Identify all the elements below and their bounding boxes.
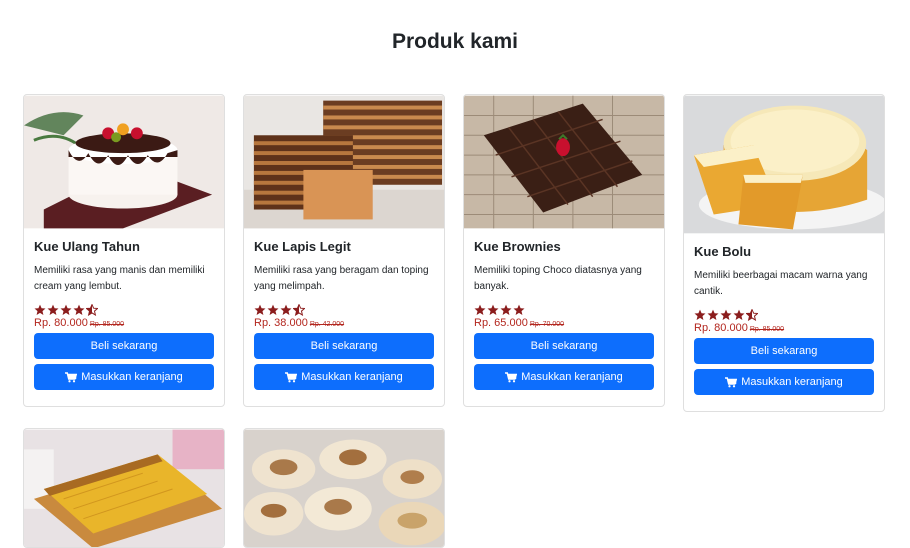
star-icon [733,309,745,320]
star-icon [73,304,85,315]
buy-now-label: Beli sekarang [310,340,378,352]
cart-icon [505,371,518,382]
product-card [23,428,225,548]
product-price: Rp. 80.000 [694,322,748,334]
buy-now-button[interactable]: Beli sekarang [694,338,874,364]
product-old-price: Rp. 70.000 [529,321,565,328]
bika-ambon-image [24,429,224,547]
star-icon [280,304,292,315]
add-to-cart-label: Masukkan keranjang [741,376,843,388]
brownies-image [464,95,664,229]
buy-now-label: Beli sekarang [530,340,598,352]
product-name: Kue Lapis Legit [254,239,351,254]
product-rating [34,304,214,316]
product-price: Rp. 65.000 [474,317,528,329]
product-old-price: Rp. 85.000 [89,321,125,328]
cart-icon [65,371,78,382]
bakpia-image [244,429,444,547]
product-card: Kue Brownies Memiliki toping Choco diata… [463,94,665,407]
product-card: Kue Lapis Legit Memiliki rasa yang berag… [243,94,445,407]
star-half-icon [86,304,98,316]
product-price: Rp. 38.000 [254,317,308,329]
star-half-icon [293,304,305,316]
buy-now-button[interactable]: Beli sekarang [34,333,214,359]
star-icon [720,309,732,320]
star-icon [47,304,59,315]
product-card: Kue Bolu Memiliki beerbagai macam warna … [683,94,885,412]
star-icon [34,304,46,315]
product-description: Memiliki toping Choco diatasnya yang ban… [474,265,642,292]
star-icon [474,304,486,315]
product-name: Kue Bolu [694,244,752,259]
sponge-cake-image [684,95,884,234]
cart-icon [285,371,298,382]
add-to-cart-button[interactable]: Masukkan keranjang [34,364,214,390]
buy-now-label: Beli sekarang [90,340,158,352]
layer-cake-image [244,95,444,229]
product-card: Kue Ulang Tahun Memiliki rasa yang manis… [23,94,225,407]
product-price: Rp. 80.000 [34,317,88,329]
product-card [243,428,445,548]
product-rating [474,304,654,316]
product-rating [254,304,434,316]
buy-now-button[interactable]: Beli sekarang [474,333,654,359]
add-to-cart-label: Masukkan keranjang [81,371,183,383]
product-name: Kue Ulang Tahun [34,239,140,254]
cake-image [24,95,224,229]
product-rating [694,309,874,321]
star-icon [254,304,266,315]
star-icon [487,304,499,315]
product-name: Kue Brownies [474,239,561,254]
product-description: Memiliki rasa yang beragam dan toping ya… [254,265,429,292]
add-to-cart-button[interactable]: Masukkan keranjang [474,364,654,390]
buy-now-button[interactable]: Beli sekarang [254,333,434,359]
add-to-cart-label: Masukkan keranjang [301,371,403,383]
star-icon [267,304,279,315]
buy-now-label: Beli sekarang [750,345,818,357]
star-icon [694,309,706,320]
cart-icon [725,376,738,387]
product-old-price: Rp. 85.000 [749,326,785,333]
product-old-price: Rp. 42.000 [309,321,345,328]
star-icon [60,304,72,315]
star-half-icon [746,309,758,321]
product-description: Memiliki rasa yang manis dan memiliki cr… [34,265,205,292]
product-description: Memiliki beerbagai macam warna yang cant… [694,270,868,297]
star-icon [707,309,719,320]
page-title: Produk kami [391,30,519,53]
star-icon [513,304,525,315]
add-to-cart-button[interactable]: Masukkan keranjang [694,369,874,395]
star-icon [500,304,512,315]
add-to-cart-label: Masukkan keranjang [521,371,623,383]
add-to-cart-button[interactable]: Masukkan keranjang [254,364,434,390]
